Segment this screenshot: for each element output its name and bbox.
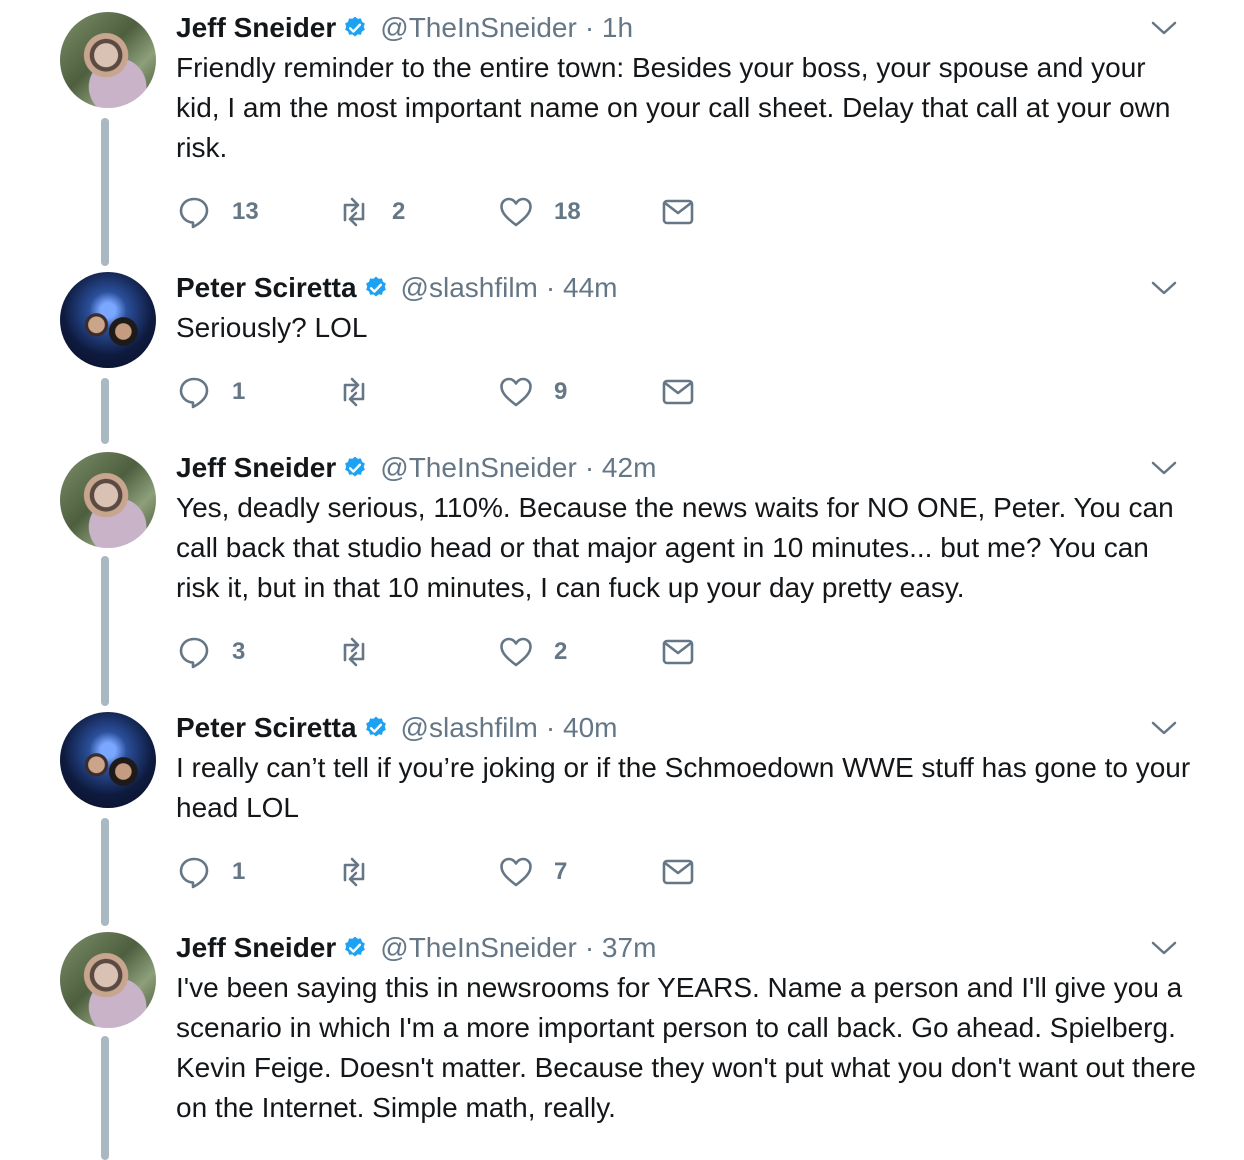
like-count: 9 — [554, 378, 568, 405]
tweet-time[interactable]: · 42m — [585, 452, 657, 484]
reply-count: 13 — [232, 198, 259, 225]
direct-message-button[interactable] — [660, 852, 696, 892]
author-name[interactable]: Jeff Sneider — [176, 452, 336, 484]
envelope-icon — [662, 859, 694, 885]
author-handle[interactable]: @slashfilm — [401, 272, 538, 304]
direct-message-button[interactable] — [660, 192, 696, 232]
heart-icon — [500, 197, 532, 227]
avatar[interactable] — [60, 712, 156, 808]
author-handle[interactable]: @TheInSneider — [380, 932, 577, 964]
heart-icon — [500, 857, 532, 887]
avatar[interactable] — [60, 452, 156, 548]
verified-badge-icon — [365, 276, 386, 297]
reply-icon — [179, 197, 209, 229]
tweet[interactable]: Jeff Sneider @TheInSneider · 42m Yes, de… — [0, 440, 1244, 700]
tweet[interactable]: Jeff Sneider @TheInSneider · 37m I've be… — [0, 920, 1244, 1160]
reply-icon — [179, 377, 209, 409]
tweet-text: Yes, deadly serious, 110%. Because the n… — [176, 492, 1174, 603]
direct-message-button[interactable] — [660, 372, 696, 412]
author-name[interactable]: Peter Sciretta — [176, 272, 357, 304]
like-button[interactable]: 2 — [498, 632, 567, 672]
like-button[interactable]: 18 — [498, 192, 581, 232]
chevron-down-icon[interactable] — [1150, 278, 1178, 298]
like-count: 2 — [554, 638, 568, 665]
tweet[interactable]: Jeff Sneider @TheInSneider · 1h Friendly… — [0, 0, 1244, 260]
tweet-text: Friendly reminder to the entire town: Be… — [176, 52, 1171, 163]
tweet-time[interactable]: · 40m — [546, 712, 618, 744]
retweet-button[interactable] — [336, 632, 392, 672]
author-handle[interactable]: @slashfilm — [401, 712, 538, 744]
direct-message-button[interactable] — [660, 632, 696, 672]
like-button[interactable]: 9 — [498, 372, 567, 412]
tweet-header: Jeff Sneider @TheInSneider · 37m — [176, 928, 656, 968]
reply-button[interactable]: 3 — [176, 632, 245, 672]
like-count: 18 — [554, 198, 581, 225]
chevron-down-icon[interactable] — [1150, 938, 1178, 958]
author-handle[interactable]: @TheInSneider — [380, 452, 577, 484]
retweet-icon — [343, 197, 365, 227]
tweet[interactable]: Peter Sciretta @slashfilm · 44m Seriousl… — [0, 260, 1244, 440]
reply-icon — [179, 637, 209, 669]
retweet-icon — [343, 857, 365, 887]
avatar[interactable] — [60, 272, 156, 368]
avatar[interactable] — [60, 932, 156, 1028]
tweet[interactable]: Peter Sciretta @slashfilm · 40m I really… — [0, 700, 1244, 920]
like-count: 7 — [554, 858, 568, 885]
verified-badge-icon — [345, 456, 366, 477]
retweet-icon — [343, 377, 365, 407]
author-name[interactable]: Peter Sciretta — [176, 712, 357, 744]
tweet-text: I've been saying this in newsrooms for Y… — [176, 972, 1196, 1123]
chevron-down-icon[interactable] — [1150, 458, 1178, 478]
reply-button[interactable]: 1 — [176, 372, 245, 412]
author-handle[interactable]: @TheInSneider — [380, 12, 577, 44]
reply-icon — [179, 857, 209, 889]
retweet-button[interactable] — [336, 372, 392, 412]
reply-count: 1 — [232, 378, 246, 405]
reply-count: 3 — [232, 638, 246, 665]
chevron-down-icon[interactable] — [1150, 18, 1178, 38]
tweet-header: Jeff Sneider @TheInSneider · 42m — [176, 448, 656, 488]
tweet-text: I really can’t tell if you’re joking or … — [176, 752, 1191, 823]
retweet-button[interactable]: 2 — [336, 192, 405, 232]
retweet-icon — [343, 637, 365, 667]
tweet-time[interactable]: · 44m — [546, 272, 618, 304]
chevron-down-icon[interactable] — [1150, 718, 1178, 738]
retweet-count: 2 — [392, 198, 406, 225]
verified-badge-icon — [345, 16, 366, 37]
tweet-header: Jeff Sneider @TheInSneider · 1h — [176, 8, 633, 48]
tweet-header: Peter Sciretta @slashfilm · 40m — [176, 708, 617, 748]
verified-badge-icon — [365, 716, 386, 737]
verified-badge-icon — [345, 936, 366, 957]
heart-icon — [500, 637, 532, 667]
tweet-time[interactable]: · 37m — [585, 932, 657, 964]
tweet-text: Seriously? LOL — [176, 312, 368, 343]
avatar[interactable] — [60, 12, 156, 108]
author-name[interactable]: Jeff Sneider — [176, 932, 336, 964]
retweet-button[interactable] — [336, 852, 392, 892]
reply-button[interactable]: 1 — [176, 852, 245, 892]
author-name[interactable]: Jeff Sneider — [176, 12, 336, 44]
envelope-icon — [662, 379, 694, 405]
envelope-icon — [662, 199, 694, 225]
tweet-header: Peter Sciretta @slashfilm · 44m — [176, 268, 617, 308]
tweet-time[interactable]: · 1h — [585, 12, 633, 44]
like-button[interactable]: 7 — [498, 852, 567, 892]
heart-icon — [500, 377, 532, 407]
reply-count: 1 — [232, 858, 246, 885]
envelope-icon — [662, 639, 694, 665]
reply-button[interactable]: 13 — [176, 192, 259, 232]
